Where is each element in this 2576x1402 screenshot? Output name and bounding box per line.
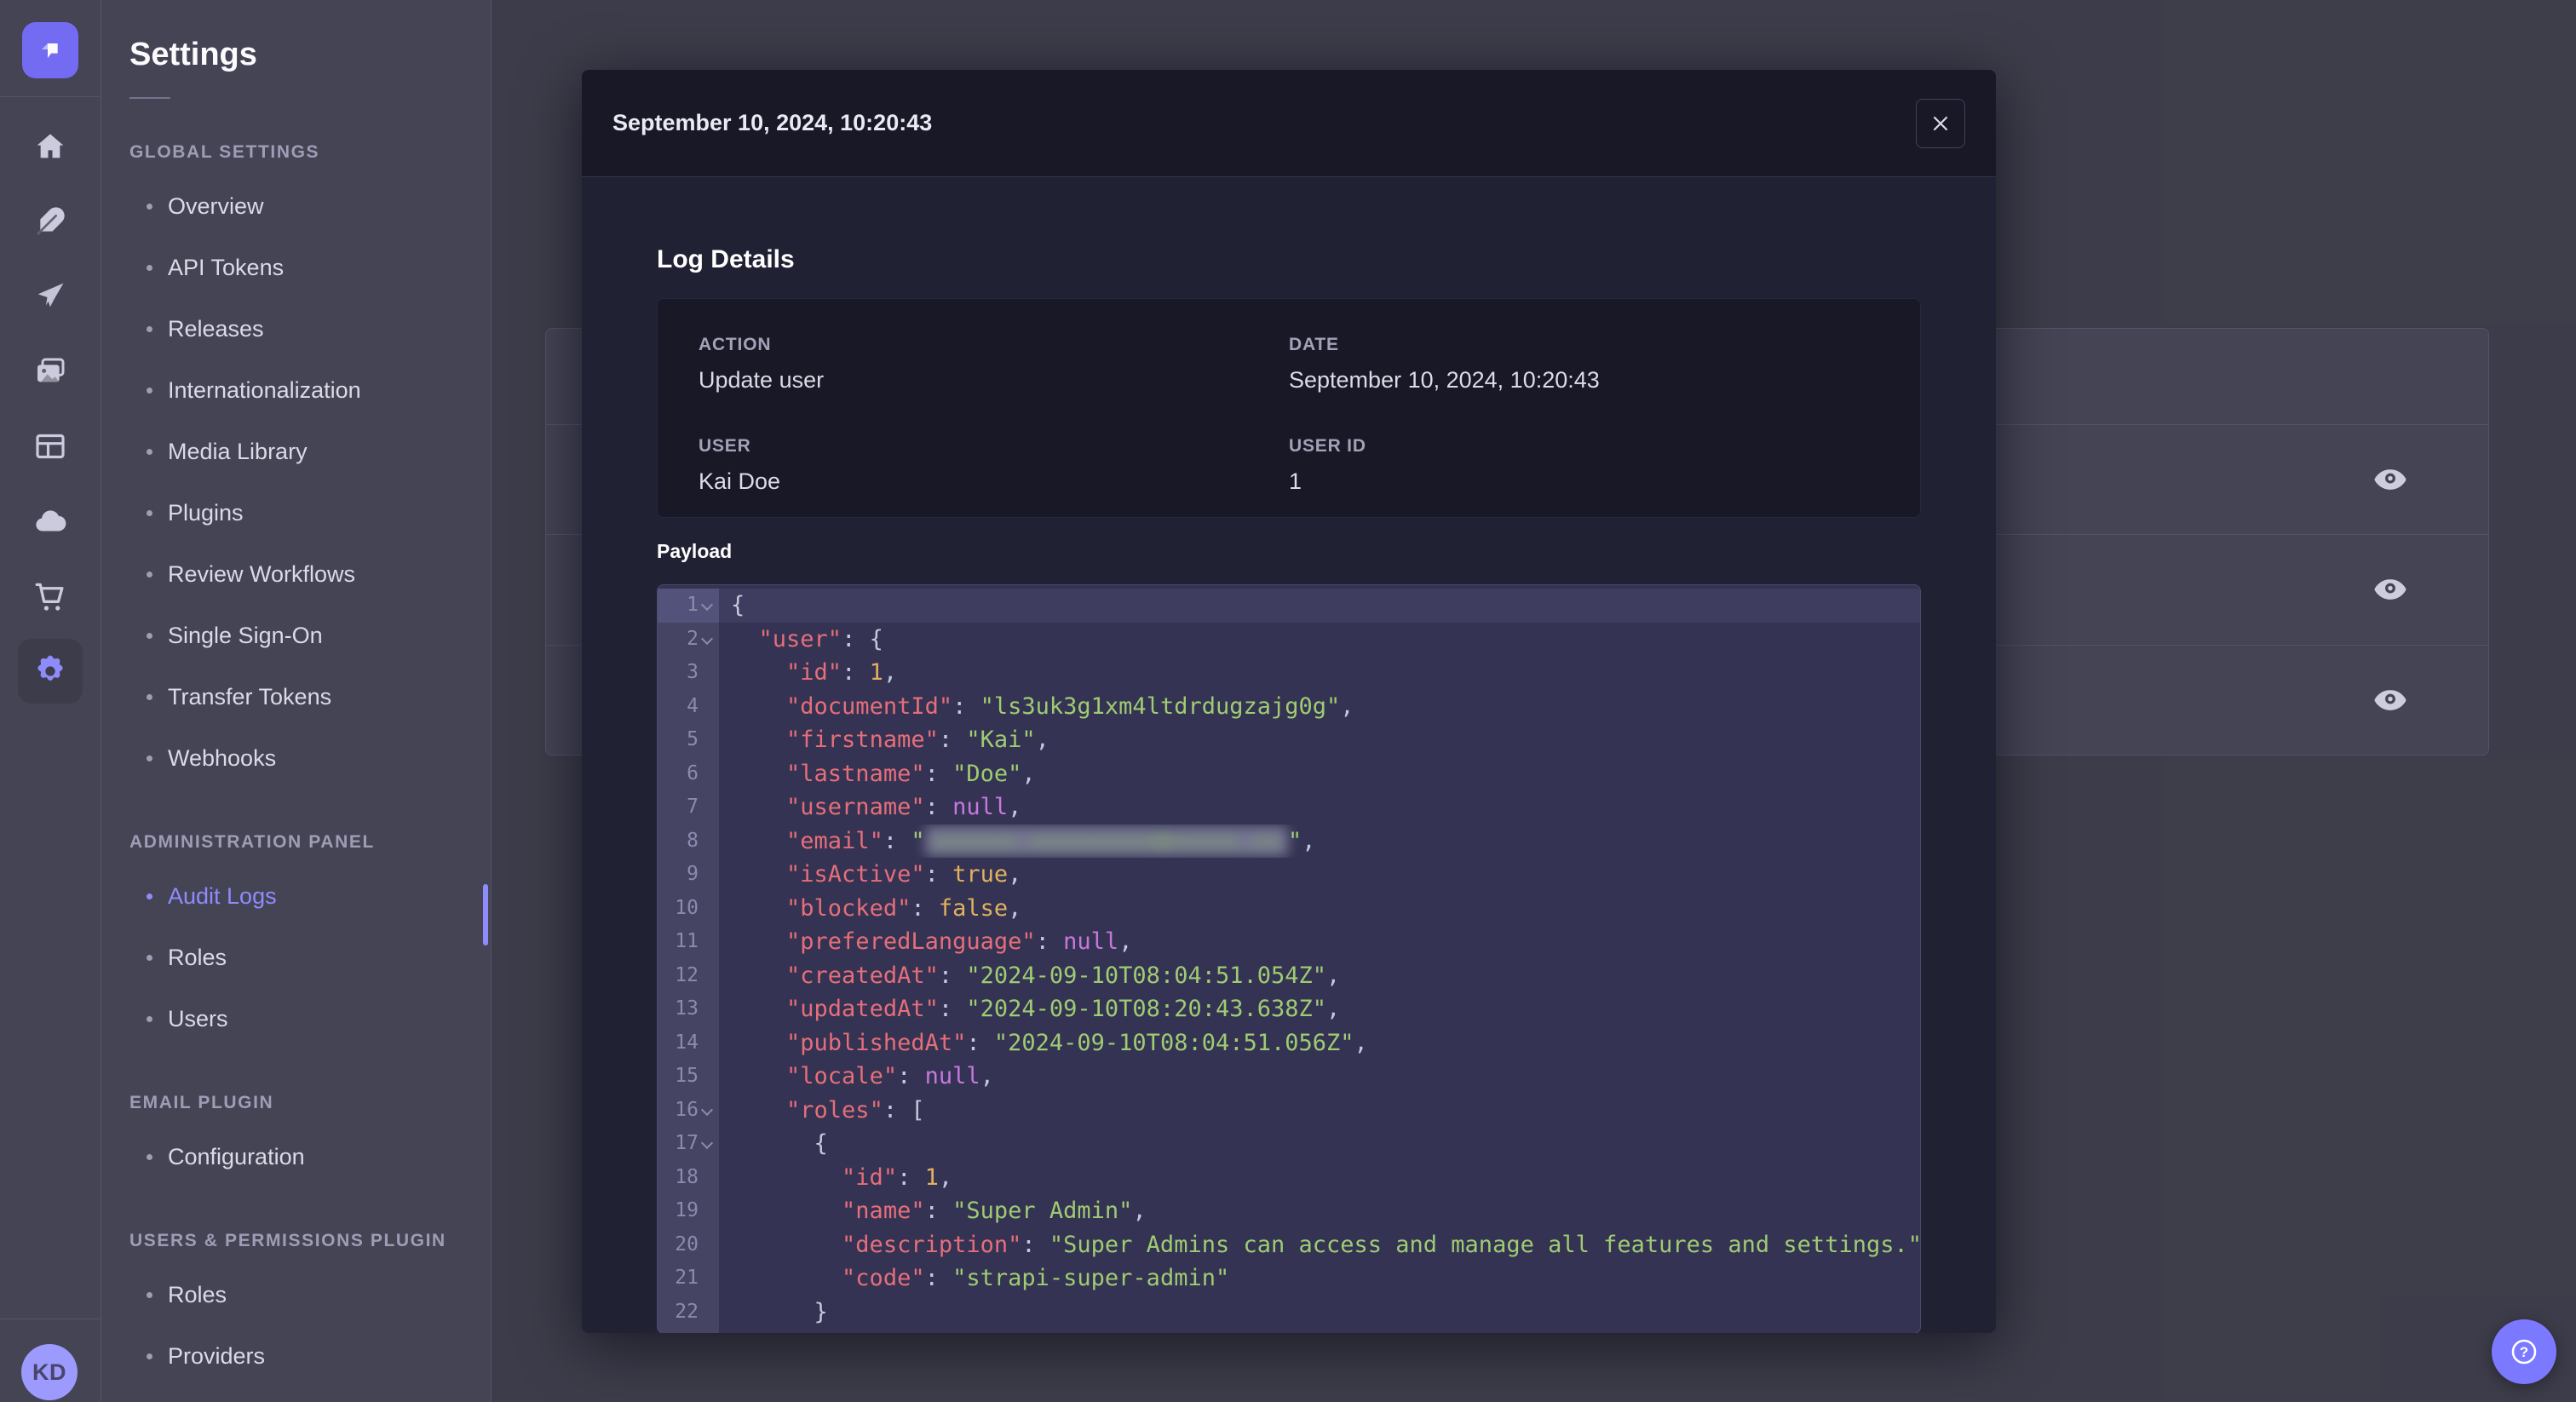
svg-text:?: ? <box>2520 1344 2528 1360</box>
line-number-gutter: 18 <box>658 1160 719 1195</box>
fold-caret-spacer <box>699 825 716 859</box>
fold-caret-spacer <box>699 1026 716 1060</box>
fold-caret-icon[interactable] <box>699 1094 716 1128</box>
code-line: 17 { <box>658 1127 1920 1161</box>
line-number-gutter: 6 <box>658 756 719 791</box>
line-number-gutter: 5 <box>658 723 719 757</box>
detail-field: DATE September 10, 2024, 10:20:43 <box>1289 335 1879 394</box>
fold-caret-spacer <box>699 1161 716 1195</box>
code-line: 18 "id": 1, <box>658 1160 1920 1195</box>
line-number-gutter: 4 <box>658 689 719 724</box>
code-line: 7 "username": null, <box>658 790 1920 825</box>
code-line: 15 "locale": null, <box>658 1060 1920 1094</box>
code-line: 19 "name": "Super Admin", <box>658 1194 1920 1228</box>
code-line: 9 "isActive": true, <box>658 858 1920 892</box>
code-line: 14 "publishedAt": "2024-09-10T08:04:51.0… <box>658 1026 1920 1060</box>
line-number-gutter: 23 <box>658 1329 719 1333</box>
payload-label: Payload <box>657 540 733 562</box>
modal-header: September 10, 2024, 10:20:43 <box>582 70 1996 177</box>
fold-caret-spacer <box>699 959 716 993</box>
code-line: 5 "firstname": "Kai", <box>658 723 1920 757</box>
fold-caret-spacer <box>699 1296 716 1330</box>
detail-label: USER <box>699 436 751 456</box>
modal-title: September 10, 2024, 10:20:43 <box>612 110 933 135</box>
line-number-gutter: 1 <box>658 589 719 623</box>
detail-field: USER Kai Doe <box>699 436 1289 495</box>
line-number-gutter: 20 <box>658 1227 719 1262</box>
line-number-gutter: 15 <box>658 1060 719 1094</box>
line-number-gutter: 14 <box>658 1026 719 1060</box>
line-number-gutter: 11 <box>658 925 719 959</box>
line-number-gutter: 21 <box>658 1261 719 1296</box>
line-number-gutter: 3 <box>658 656 719 690</box>
close-button[interactable] <box>1916 98 1965 148</box>
log-details-card: ACTION Update user DATE September 10, 2024,… <box>657 298 1921 518</box>
code-line: 12 "createdAt": "2024-09-10T08:04:51.054… <box>658 958 1920 993</box>
code-line: 10 "blocked": false, <box>658 891 1920 926</box>
line-number-gutter: 9 <box>658 858 719 892</box>
fold-caret-spacer <box>699 690 716 724</box>
fold-caret-icon[interactable] <box>699 589 716 623</box>
fold-caret-spacer <box>699 1329 716 1333</box>
code-line: 1{ <box>658 589 1920 623</box>
fold-caret-spacer <box>699 1060 716 1094</box>
line-number-gutter: 12 <box>658 958 719 993</box>
redacted-email-value: xxxxxx.xxxxxxxxx@xxxxx.xx <box>924 825 1288 856</box>
fold-caret-spacer <box>699 892 716 926</box>
detail-value: Update user <box>699 367 825 393</box>
fold-caret-spacer <box>699 858 716 892</box>
line-number-gutter: 2 <box>658 622 719 657</box>
code-line: 6 "lastname": "Doe", <box>658 756 1920 791</box>
fold-caret-icon[interactable] <box>699 1127 716 1161</box>
log-details-modal: September 10, 2024, 10:20:43 Log Details… <box>582 70 1996 1333</box>
line-number-gutter: 17 <box>658 1127 719 1161</box>
line-number-gutter: 22 <box>658 1295 719 1330</box>
fold-caret-spacer <box>699 925 716 959</box>
fold-caret-icon[interactable] <box>699 623 716 657</box>
fold-caret-spacer <box>699 1194 716 1228</box>
fold-caret-spacer <box>699 1261 716 1296</box>
line-number-gutter: 8 <box>658 824 719 859</box>
close-icon <box>1931 114 1950 133</box>
line-number-gutter: 10 <box>658 891 719 926</box>
code-line: 22 } <box>658 1295 1920 1330</box>
line-number-gutter: 13 <box>658 992 719 1026</box>
detail-field: USER ID 1 <box>1289 436 1879 495</box>
detail-value: 1 <box>1289 468 1302 494</box>
code-line: 8 "email": " xxxxxx.xxxxxxxxx@xxxxx.xx ", <box>658 824 1920 859</box>
fold-caret-spacer <box>699 757 716 791</box>
log-details-heading: Log Details <box>657 245 795 273</box>
code-line: 20 "description": "Super Admins can acce… <box>658 1227 1920 1262</box>
line-number-gutter: 16 <box>658 1093 719 1128</box>
line-number-gutter: 7 <box>658 790 719 825</box>
line-number-gutter: 19 <box>658 1194 719 1228</box>
code-line: 13 "updatedAt": "2024-09-10T08:20:43.638… <box>658 992 1920 1026</box>
detail-value: September 10, 2024, 10:20:43 <box>1289 367 1600 393</box>
fold-caret-spacer <box>699 790 716 825</box>
detail-label: DATE <box>1289 335 1339 354</box>
code-line: 16 "roles": [ <box>658 1093 1920 1128</box>
fold-caret-spacer <box>699 656 716 690</box>
code-line: 21 "code": "strapi-super-admin" <box>658 1261 1920 1296</box>
fold-caret-spacer <box>699 723 716 757</box>
payload-code-editor[interactable]: 1{2 "user": {3 "id": 1, 4 "documentId": "… <box>657 584 1921 1333</box>
detail-value: Kai Doe <box>699 468 781 494</box>
code-line: 11 "preferedLanguage": null, <box>658 925 1920 959</box>
detail-label: ACTION <box>699 335 772 354</box>
fold-caret-spacer <box>699 1228 716 1262</box>
detail-label: USER ID <box>1289 436 1366 456</box>
help-question-icon: ? <box>2505 1333 2543 1370</box>
detail-field: ACTION Update user <box>699 335 1289 394</box>
code-line: 23 ] <box>658 1329 1920 1333</box>
code-line: 4 "documentId": "ls3uk3g1xm4ltdrdugzajg0… <box>658 689 1920 724</box>
fold-caret-spacer <box>699 992 716 1026</box>
code-line: 2 "user": { <box>658 622 1920 657</box>
help-button[interactable]: ? <box>2492 1319 2556 1384</box>
code-line: 3 "id": 1, <box>658 656 1920 690</box>
app-root: KD Settings GLOBAL SETTINGS Overview API T… <box>0 0 2576 1402</box>
